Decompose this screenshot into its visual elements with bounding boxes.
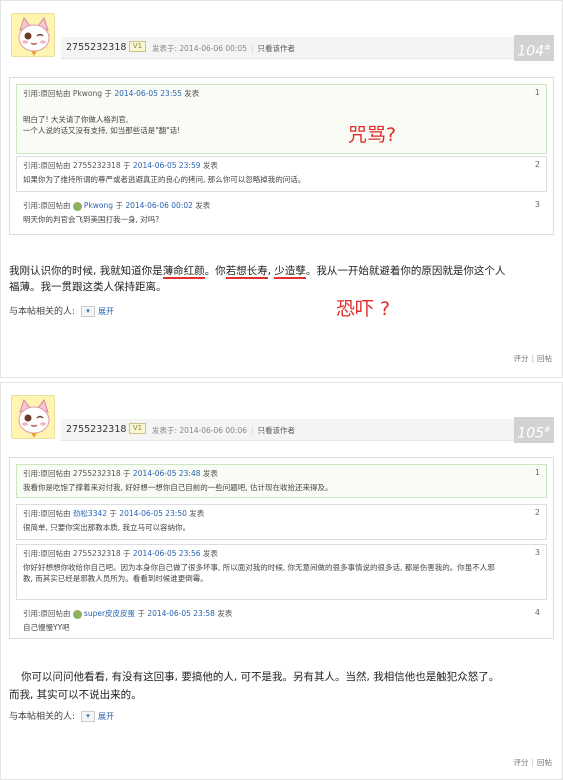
avatar[interactable]	[11, 395, 55, 439]
cat-avatar-icon	[18, 16, 50, 56]
nested-quote-block: 引用:原回帖由 Pkwong 于 2014-06-05 23:55 发表 1 明…	[9, 77, 554, 235]
post-meta: 发表于: 2014-06-06 00:06 | 只看该作者	[152, 426, 296, 435]
quote-2: 引用:原回帖由 2755232318 于 2014-06-05 23:59 发表…	[16, 156, 547, 192]
post-104: 2755232318 V1 发表于: 2014-06-06 00:05 | 只看该作…	[0, 0, 563, 378]
post-meta: 发表于: 2014-06-06 00:05 | 只看该作者	[152, 44, 296, 53]
reply-link[interactable]: 回帖	[537, 354, 552, 363]
post-actions: 评分 | 回帖	[513, 354, 552, 363]
quote-line: 明白了! 大关请了你做人格判官,	[23, 115, 129, 124]
post-content-line-2: 而我, 其实可以不说出来的。	[9, 689, 142, 701]
quote-1: 引用:原回帖由 2755232318 于 2014-06-05 23:48 发表…	[16, 464, 547, 498]
post-actions: 评分 | 回帖	[513, 758, 552, 767]
quote-1: 引用:原回帖由 Pkwong 于 2014-06-05 23:55 发表 1 明…	[16, 84, 547, 154]
level-badge: V1	[129, 41, 146, 52]
post-content: 你可以问问他看看, 有没有这回事, 要搞他的人, 可不是我。另有其人。当然, 我…	[21, 671, 500, 683]
expand-link[interactable]: 展开	[98, 307, 114, 316]
expand-link[interactable]: 展开	[98, 712, 114, 721]
annotation-threat: 恐吓 ?	[336, 298, 391, 320]
username[interactable]: 2755232318	[66, 424, 126, 435]
only-author-link[interactable]: 只看该作者	[258, 426, 296, 435]
expand-icon[interactable]: ▾	[81, 711, 96, 722]
floor-number: 104#	[514, 35, 554, 61]
annotation-curse: 咒骂?	[348, 124, 397, 146]
post-105: 2755232318 V1 发表于: 2014-06-06 00:06 | 只看该作…	[0, 382, 563, 780]
expand-icon[interactable]: ▾	[81, 306, 96, 317]
rate-link[interactable]: 评分	[513, 758, 528, 767]
post-header: 2755232318 V1 发表于: 2014-06-06 00:05 | 只看该作…	[1, 1, 562, 71]
quote-line: 我看你是吃饱了撑着来对付我, 好好想一想你自己目前的一些问题吧, 估计现在收拾还…	[23, 483, 333, 492]
quote-3: 引用:原回帖由 2755232318 于 2014-06-05 23:56 发表…	[16, 544, 547, 600]
avatar[interactable]	[11, 13, 55, 57]
user-level-icon	[72, 609, 82, 619]
quote-line: 自己慢慢YY吧	[23, 623, 70, 632]
quote-3: 引用:原回帖由 Pkwong 于 2014-06-06 00:02 发表 3 明…	[16, 196, 547, 230]
quote-line: 一个人说的话又没有支持, 如当那些话是"翻"话!	[23, 126, 181, 135]
related-users: 与本帖相关的人: ▾ 展开	[9, 306, 115, 317]
post-time: 发表于: 2014-06-06 00:06	[152, 426, 247, 435]
related-users: 与本帖相关的人: ▾ 展开	[9, 711, 115, 722]
quote-line: 教, 而其实已经是邪教人员所为。看看到时候谁更倒霉。	[23, 574, 208, 583]
reply-link[interactable]: 回帖	[537, 758, 552, 767]
quote-4: 引用:原回帖由 super皮皮皮蛋 于 2014-06-05 23:58 发表 …	[16, 604, 547, 636]
user-level-icon	[72, 201, 82, 211]
username[interactable]: 2755232318	[66, 42, 126, 53]
post-header: 2755232318 V1 发表于: 2014-06-06 00:06 | 只看该作…	[1, 383, 562, 453]
quote-line: 如果你为了维持所谓的尊严或者逃避真正的良心的拷问, 那么你可以忽略掉我的问话。	[23, 175, 306, 184]
cat-avatar-icon	[18, 398, 50, 438]
nested-quote-block: 引用:原回帖由 2755232318 于 2014-06-05 23:48 发表…	[9, 457, 554, 639]
quote-line: 明天你的判官会飞到美国打我一身, 对吗?	[23, 215, 160, 224]
quote-2: 引用:原回帖由 劲松3342 于 2014-06-05 23:50 发表 2 很…	[16, 504, 547, 540]
quote-line: 很简单, 只要你突出那教本质, 我立马可以容纳你。	[23, 523, 191, 532]
only-author-link[interactable]: 只看该作者	[258, 44, 296, 53]
post-time: 发表于: 2014-06-06 00:05	[152, 44, 247, 53]
level-badge: V1	[129, 423, 146, 434]
post-content: 我刚认识你的时候, 我就知道你是薄命红颜。你若想长寿, 少造孽。我从一开始就避着…	[9, 265, 506, 293]
floor-number: 105#	[514, 417, 554, 443]
rate-link[interactable]: 评分	[513, 354, 528, 363]
quote-line: 你好好想想你收给你自己吧。因为本身你自己做了很多坏事, 所以面对我的时候, 你无…	[23, 563, 495, 572]
